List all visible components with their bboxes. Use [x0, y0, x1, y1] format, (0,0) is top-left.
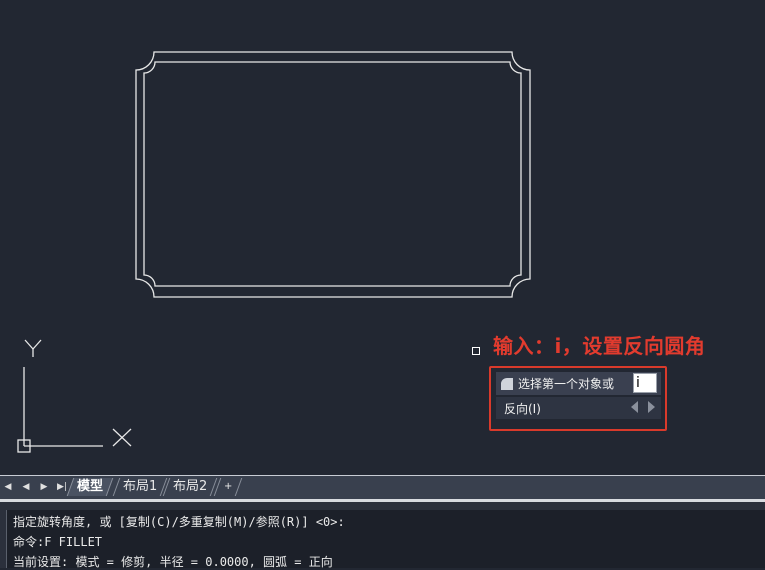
tab-add-layout[interactable]: + — [213, 478, 243, 496]
command-history-line: 指定旋转角度, 或 [复制(C)/多重复制(M)/参照(R)] <0>: — [13, 515, 345, 529]
next-tab-icon[interactable]: ▶ — [38, 481, 50, 493]
last-tab-icon[interactable]: ▶| — [56, 481, 68, 493]
first-tab-icon[interactable]: ◀ — [2, 481, 14, 493]
arrow-right-icon[interactable] — [648, 401, 655, 413]
command-history[interactable]: 指定旋转角度, 或 [复制(C)/多重复制(M)/参照(R)] <0>: 命令:… — [6, 510, 765, 569]
tab-nav-buttons: ◀ ◀ ▶ ▶| — [2, 481, 68, 493]
inner-frame-outline — [143, 61, 522, 287]
tab-model[interactable]: 模型 — [66, 478, 114, 496]
fillet-icon — [501, 377, 513, 390]
pickbox-cursor-icon — [472, 347, 480, 355]
command-history-line: 命令:F FILLET — [13, 535, 103, 549]
instruction-annotation: 输入：i，设置反向圆角 — [493, 334, 706, 358]
command-history-line: 当前设置: 模式 = 修剪, 半径 = 0.0000, 圆弧 = 正向 — [13, 555, 333, 569]
option-label: 反向(I) — [504, 401, 541, 416]
tab-layout2[interactable]: 布局2 — [162, 478, 218, 496]
option-arrows — [631, 401, 655, 413]
ucs-icon — [17, 339, 132, 453]
prompt-text: 选择第一个对象或 — [518, 377, 615, 391]
dynamic-input-field[interactable]: i — [633, 373, 657, 393]
arrow-left-icon[interactable] — [631, 401, 638, 413]
layout-tab-bar: ◀ ◀ ▶ ▶| 模型 布局1 布局2 + — [0, 475, 765, 499]
outer-frame-outline — [135, 51, 531, 298]
command-line-panel: 指定旋转角度, 或 [复制(C)/多重复制(M)/参照(R)] <0>: 命令:… — [0, 499, 765, 569]
tab-layout1[interactable]: 布局1 — [112, 478, 168, 496]
prev-tab-icon[interactable]: ◀ — [20, 481, 32, 493]
option-fillet-reverse[interactable]: 反向(I) — [496, 397, 661, 419]
